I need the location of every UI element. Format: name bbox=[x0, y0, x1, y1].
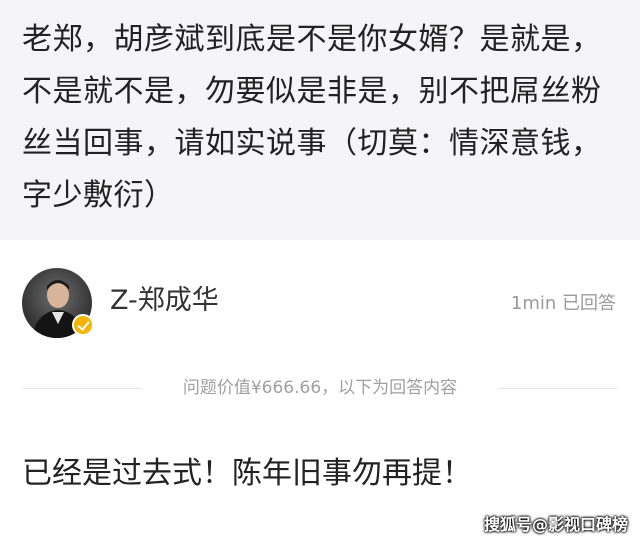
answer-time: 1min 已回答 bbox=[510, 293, 616, 314]
answerer-name[interactable]: Z-郑成华 bbox=[110, 284, 219, 318]
verified-badge-icon bbox=[72, 314, 94, 336]
question-value-divider: 问题价值¥666.66，以下为回答内容 bbox=[22, 376, 618, 400]
answer-content: 已经是过去式！陈年旧事勿再提！ bbox=[22, 456, 472, 491]
question-value-text: 问题价值¥666.66，以下为回答内容 bbox=[182, 378, 458, 398]
question-text: 老郑，胡彦斌到底是不是你女婿？是就是，不是就不是，勿要似是非是，别不把屌丝粉丝当… bbox=[22, 22, 602, 213]
question-card: 老郑，胡彦斌到底是不是你女婿？是就是，不是就不是，勿要似是非是，别不把屌丝粉丝当… bbox=[0, 0, 640, 240]
watermark: 搜狐号@影视口碑榜 bbox=[483, 515, 628, 534]
answer-header: Z-郑成华 1min 已回答 bbox=[0, 258, 640, 342]
